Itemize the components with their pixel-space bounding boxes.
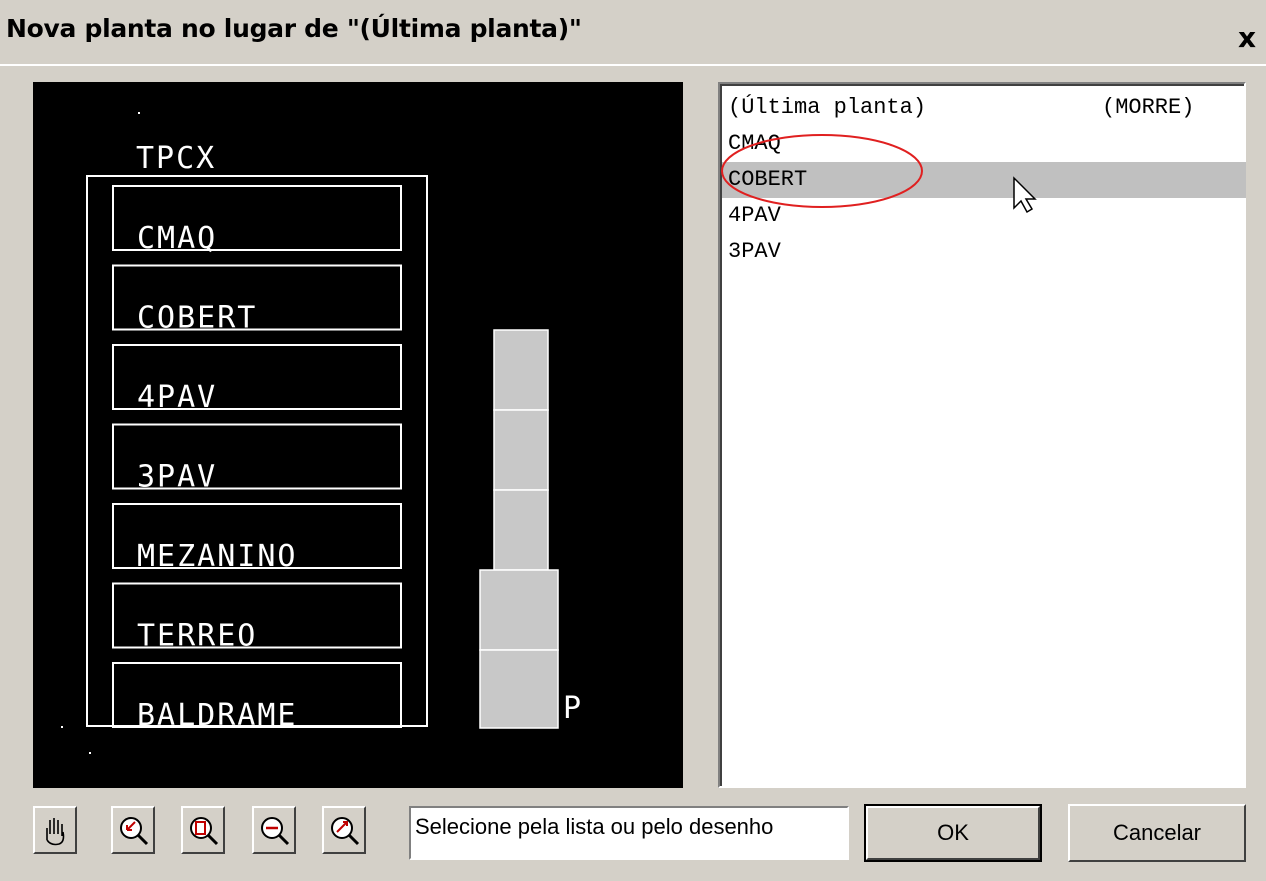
floor-box-label: MEZANINO: [137, 539, 298, 574]
zoom-extents-button[interactable]: [181, 806, 225, 854]
floor-list-item[interactable]: COBERT: [722, 162, 1246, 198]
close-icon: x: [1237, 21, 1257, 54]
title-separator: [0, 64, 1266, 66]
floor-list-item[interactable]: (Última planta) (MORRE): [722, 90, 1246, 126]
zoom-realtime-icon: [331, 817, 360, 846]
zoom-out-icon: [261, 817, 290, 846]
drawing-dot: [89, 752, 91, 754]
elevation-segment: [493, 329, 549, 411]
floor-box-label: 4PAV: [137, 380, 217, 415]
pan-hand-icon: [46, 818, 65, 846]
floor-list-item-name: COBERT: [728, 167, 808, 192]
floor-boxes[interactable]: CMAQ COBERT 4PAV 3PAV MEZANINO TERREO BALDRAME: [112, 185, 402, 733]
elevation-bar: [479, 329, 559, 729]
floor-list-item-name: 4PAV: [728, 203, 781, 228]
floor-listbox[interactable]: (Última planta) (MORRE) CMAQ COBERT 4PAV 3PAV: [718, 82, 1246, 788]
drawing-dot: [138, 112, 140, 114]
ok-button[interactable]: OK: [864, 804, 1042, 862]
pan-button[interactable]: [33, 806, 77, 854]
elevation-segment: [493, 409, 549, 491]
zoom-window-icon: [120, 817, 149, 846]
cancel-button[interactable]: Cancelar: [1068, 804, 1246, 862]
floor-list-item[interactable]: 4PAV: [722, 198, 1246, 234]
floor-box-label: 3PAV: [137, 460, 217, 495]
floor-list-item-name: CMAQ: [728, 131, 781, 156]
floor-box-label: CMAQ: [137, 221, 217, 256]
floor-list[interactable]: (Última planta) (MORRE) CMAQ COBERT 4PAV 3PAV: [720, 84, 1246, 786]
floor-box-label: TERREO: [137, 619, 257, 654]
drawing-dot: [61, 726, 63, 728]
elevation-segment: [479, 569, 559, 651]
floor-drawing-canvas[interactable]: TPCX CMAQ COBERT 4PAV 3PAV MEZANINO TERREO BAL…: [33, 82, 683, 788]
floor-box-label: COBERT: [137, 301, 257, 336]
close-button[interactable]: x: [1232, 24, 1262, 54]
zoom-out-button[interactable]: [252, 806, 296, 854]
floor-box-label: BALDRAME: [137, 698, 298, 733]
status-text-field: Selecione pela lista ou pelo desenho: [409, 806, 849, 860]
zoom-window-button[interactable]: [111, 806, 155, 854]
floor-list-item-name: 3PAV: [728, 239, 781, 264]
elevation-label: P: [563, 691, 581, 726]
zoom-extents-icon: [190, 817, 219, 846]
dialog-title: Nova planta no lugar de "(Última planta)…: [6, 14, 582, 43]
zoom-realtime-button[interactable]: [322, 806, 366, 854]
floor-drawing[interactable]: TPCX CMAQ COBERT 4PAV 3PAV MEZANINO TERREO BAL…: [33, 82, 683, 788]
floor-list-item[interactable]: CMAQ: [722, 126, 1246, 162]
ok-button-label: OK: [937, 820, 969, 845]
floor-list-item[interactable]: 3PAV: [722, 234, 1246, 270]
elevation-segment: [493, 489, 549, 571]
elevation-segment: [479, 649, 559, 729]
floor-list-item-note: (MORRE): [1102, 95, 1195, 120]
drawing-header-label: TPCX: [136, 141, 216, 176]
title-bar: Nova planta no lugar de "(Última planta)…: [0, 0, 1266, 64]
cancel-button-label: Cancelar: [1112, 820, 1202, 845]
floor-list-item-name: (Última planta): [728, 95, 927, 120]
